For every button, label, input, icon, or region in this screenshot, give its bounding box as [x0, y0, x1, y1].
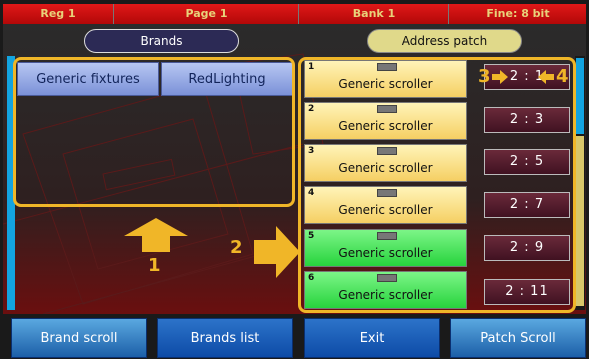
fixture-row-2[interactable]: 2 Generic scroller — [304, 102, 467, 140]
fixture-number: 2 — [308, 104, 315, 114]
fixture-led-icon — [377, 63, 397, 71]
fixture-row-1[interactable]: 1 Generic scroller — [304, 60, 467, 98]
page-indicator: Page 1 — [113, 4, 299, 24]
address-button-6[interactable]: 2 : 11 — [484, 279, 570, 305]
annotation-number-2: 2 — [230, 237, 243, 258]
address-patch-header: Address patch — [367, 29, 522, 53]
fine-mode-indicator: Fine: 8 bit — [448, 4, 587, 24]
fixture-led-icon — [377, 189, 397, 197]
annotation-box-brands — [13, 57, 295, 207]
fixture-number: 6 — [308, 273, 315, 283]
fixture-number: 3 — [308, 146, 315, 156]
address-button-5[interactable]: 2 : 9 — [484, 235, 570, 261]
right-arrow-icon — [254, 226, 300, 278]
exit-button[interactable]: Exit — [304, 318, 440, 358]
fixture-label: Generic scroller — [338, 161, 433, 175]
register-indicator: Reg 1 — [40, 7, 76, 20]
fixture-row-5[interactable]: 5 Generic scroller — [304, 229, 467, 267]
address-button-4[interactable]: 2 : 7 — [484, 192, 570, 218]
patch-scroll-button[interactable]: Patch Scroll — [450, 318, 586, 358]
address-button-2[interactable]: 2 : 3 — [484, 107, 570, 133]
up-arrow-icon — [124, 218, 188, 252]
fixture-number: 4 — [308, 188, 315, 198]
brands-header: Brands — [84, 29, 239, 53]
small-left-arrow-icon — [538, 70, 554, 84]
fixture-led-icon — [377, 147, 397, 155]
fixture-row-4[interactable]: 4 Generic scroller — [304, 186, 467, 224]
fixture-label: Generic scroller — [338, 288, 433, 302]
brand-scroll-button[interactable]: Brand scroll — [11, 318, 147, 358]
fixture-label: Generic scroller — [338, 119, 433, 133]
fixture-label: Generic scroller — [338, 203, 433, 217]
small-right-arrow-icon — [492, 70, 508, 84]
annotation-number-4: 4 — [556, 66, 569, 87]
patch-scrollbar[interactable] — [575, 56, 585, 310]
fixture-number: 1 — [308, 62, 315, 72]
annotation-number-1: 1 — [148, 255, 161, 276]
patch-scrollbar-thumb[interactable] — [576, 136, 584, 306]
fixture-row-3[interactable]: 3 Generic scroller — [304, 144, 467, 182]
fixture-label: Generic scroller — [338, 246, 433, 260]
patch-scrollbar-top — [576, 58, 584, 134]
bank-indicator: Bank 1 — [298, 4, 449, 24]
status-bar: Reg 1 Page 1 Bank 1 Fine: 8 bit — [3, 4, 586, 24]
fixture-label: Generic scroller — [338, 77, 433, 91]
fixture-number: 5 — [308, 231, 315, 241]
fixture-row-6[interactable]: 6 Generic scroller — [304, 271, 467, 309]
brands-list-button[interactable]: Brands list — [157, 318, 293, 358]
fixture-led-icon — [377, 105, 397, 113]
annotation-number-3: 3 — [478, 66, 491, 87]
fixture-led-icon — [377, 274, 397, 282]
fixture-led-icon — [377, 232, 397, 240]
address-button-3[interactable]: 2 : 5 — [484, 149, 570, 175]
